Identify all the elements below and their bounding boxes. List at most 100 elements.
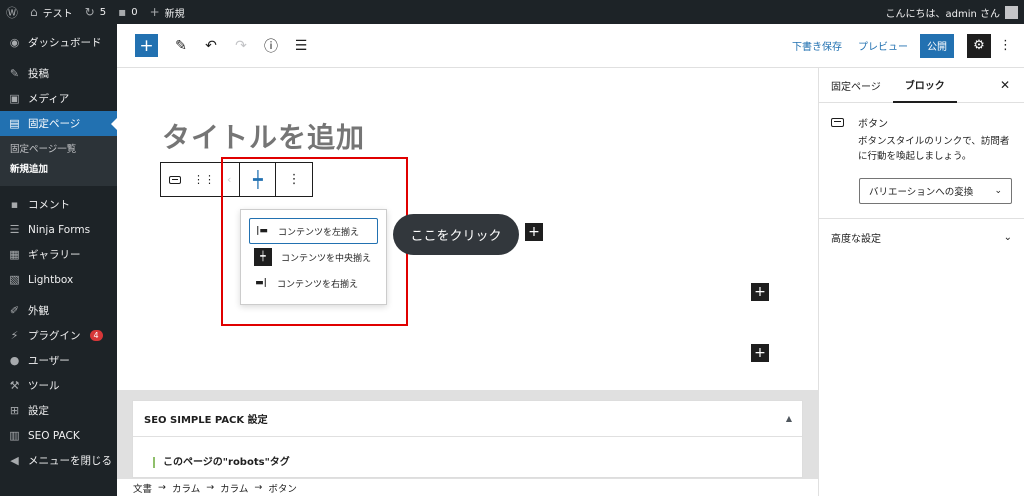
collapse-menu[interactable]: ◀ メニューを閉じる — [0, 448, 117, 473]
comment-icon: ▪ — [118, 5, 127, 19]
arrow-right-icon: → — [254, 482, 263, 493]
plus-icon: + — [139, 35, 154, 56]
justification-popover: |▬ コンテンツを左揃え ┿ コンテンツを中央揃え ▬| コンテンツを右揃え — [240, 209, 387, 305]
advanced-settings-toggle[interactable]: 高度な設定 ⌄ — [819, 219, 1024, 256]
menu-users[interactable]: ● ユーザー — [0, 348, 117, 373]
menu-tools[interactable]: ⚒ ツール — [0, 373, 117, 398]
plus-icon: + — [149, 5, 160, 19]
more-options-icon[interactable]: ⋮ — [999, 38, 1012, 53]
block-options-button[interactable]: ⋮ — [276, 163, 312, 196]
admin-menu: ◉ ダッシュボード ✎ 投稿 ▣ メディア ▤ 固定ページ 固定ページ一覧 新規追加 ▪… — [0, 24, 117, 496]
button-block-icon — [831, 118, 844, 127]
tools-pen-icon[interactable]: ✎ — [174, 38, 188, 54]
tab-block[interactable]: ブロック — [892, 68, 957, 103]
breadcrumb-document[interactable]: 文書 — [133, 481, 152, 495]
justify-right-icon: ▬| — [255, 278, 267, 288]
block-toolbar: ⋮⋮ ‹ ┿ ⋮ — [160, 162, 313, 197]
admin-bar: Ⓦ ⌂ テスト ↻ 5 ▪ 0 + 新規 こんにちは、admin さん — [0, 0, 1024, 24]
breadcrumb-column[interactable]: カラム — [220, 481, 248, 495]
chevron-down-icon: ⌄ — [994, 186, 1002, 196]
chevron-down-icon: ⌄ — [1003, 232, 1012, 243]
add-block-appender[interactable]: + — [751, 283, 769, 301]
variation-transform-dropdown[interactable]: バリエーションへの変換 ⌄ — [859, 178, 1012, 204]
submenu-all-pages[interactable]: 固定ページ一覧 — [0, 140, 117, 160]
save-draft-button[interactable]: 下書き保存 — [784, 38, 850, 53]
collapse-icon: ◀ — [10, 454, 19, 467]
menu-seo-pack[interactable]: ▥ SEO PACK — [0, 423, 117, 448]
home-icon: ⌂ — [30, 5, 38, 19]
gallery-icon: ▦ — [9, 248, 20, 261]
comment-icon: ▪ — [10, 198, 19, 211]
justify-content-button[interactable]: ┿ — [240, 163, 277, 196]
pin-icon: ✎ — [9, 67, 20, 80]
greeting: こんにちは、admin さん — [885, 8, 1000, 20]
breadcrumb-columns[interactable]: カラム — [172, 481, 200, 495]
seo-icon: ▥ — [9, 429, 20, 442]
plus-icon: + — [754, 284, 766, 300]
menu-media[interactable]: ▣ メディア — [0, 86, 117, 111]
menu-settings[interactable]: ⊞ 設定 — [0, 398, 117, 423]
align-right-option[interactable]: ▬| コンテンツを右揃え — [249, 270, 378, 296]
metabox-header[interactable]: SEO SIMPLE PACK 設定 ▲ — [133, 401, 802, 437]
gear-icon: ⚙ — [973, 38, 985, 53]
block-inserter-button[interactable]: + — [135, 34, 158, 57]
menu-lightbox[interactable]: ▧ Lightbox — [0, 267, 117, 292]
justify-left-icon: |▬ — [256, 226, 268, 236]
wrench-icon: ⚒ — [9, 379, 20, 392]
my-account[interactable]: こんにちは、admin さん — [885, 5, 1024, 20]
menu-comments[interactable]: ▪ コメント — [0, 192, 117, 217]
refresh-icon: ↻ — [84, 5, 95, 19]
redo-icon[interactable]: ↷ — [234, 38, 248, 54]
submenu-add-new[interactable]: 新規追加 — [0, 160, 117, 180]
post-title-input[interactable]: タイトルを追加 — [162, 116, 365, 156]
comments-link[interactable]: ▪ 0 — [112, 0, 144, 24]
site-name-link[interactable]: ⌂ テスト — [24, 0, 79, 24]
avatar — [1005, 5, 1018, 19]
add-block-appender[interactable]: + — [751, 344, 769, 362]
drag-handle-icon[interactable]: ⋮⋮ — [193, 173, 215, 186]
updates-link[interactable]: ↻ 5 — [79, 0, 112, 24]
block-type-switcher[interactable]: ⋮⋮ ‹ — [161, 163, 241, 196]
breadcrumb-button[interactable]: ボタン — [268, 481, 297, 495]
align-left-option[interactable]: |▬ コンテンツを左揃え — [249, 218, 378, 244]
settings-icon: ⊞ — [9, 404, 20, 417]
collapse-arrow-icon[interactable]: ▲ — [786, 414, 792, 423]
menu-gallery[interactable]: ▦ ギャラリー — [0, 242, 117, 267]
menu-posts[interactable]: ✎ 投稿 — [0, 61, 117, 86]
align-center-icon: ┿ — [253, 170, 263, 189]
plugins-update-badge: 4 — [89, 330, 103, 341]
seo-simple-pack-metabox: SEO SIMPLE PACK 設定 ▲ このページの"robots"タグ — [132, 400, 803, 478]
wordpress-logo[interactable]: Ⓦ — [0, 0, 24, 24]
preview-button[interactable]: プレビュー — [850, 38, 916, 53]
menu-plugins[interactable]: ⚡ プラグイン 4 — [0, 323, 117, 348]
wordpress-icon: Ⓦ — [6, 5, 19, 20]
undo-icon[interactable]: ↶ — [204, 38, 218, 54]
align-center-option[interactable]: ┿ コンテンツを中央揃え — [249, 244, 378, 270]
site-name: テスト — [42, 8, 73, 20]
comments-count: 0 — [131, 6, 138, 18]
add-button-appender[interactable]: + — [525, 223, 543, 241]
updates-count: 5 — [99, 6, 107, 18]
editor-header: + ✎ ↶ ↷ ⓘ ☰ 下書き保存 プレビュー 公開 ⚙ ⋮ — [117, 24, 1024, 68]
move-arrows-icon[interactable]: ‹ — [227, 173, 231, 186]
menu-pages[interactable]: ▤ 固定ページ — [0, 111, 117, 136]
metabox-title: SEO SIMPLE PACK 設定 — [144, 415, 268, 426]
new-content-link[interactable]: + 新規 — [144, 0, 191, 24]
block-card-title: ボタン — [858, 119, 888, 130]
details-info-icon[interactable]: ⓘ — [264, 36, 278, 56]
block-card-description: ボタンスタイルのリンクで、訪問者に行動を喚起しましょう。 — [858, 136, 1010, 162]
settings-gear-button[interactable]: ⚙ — [967, 33, 991, 58]
cta-button-block[interactable]: ここをクリック — [393, 214, 519, 255]
new-label: 新規 — [164, 8, 185, 20]
more-vertical-icon: ⋮ — [287, 172, 301, 187]
menu-appearance[interactable]: ✐ 外観 — [0, 298, 117, 323]
menu-dashboard[interactable]: ◉ ダッシュボード — [0, 30, 117, 55]
plus-icon: + — [754, 345, 766, 361]
publish-button[interactable]: 公開 — [920, 33, 954, 58]
editor-canvas: タイトルを追加 ⋮⋮ ‹ ┿ ⋮ |▬ コンテンツを左揃え ┿ コンテンツを中央… — [117, 68, 818, 390]
menu-ninja-forms[interactable]: ☰ Ninja Forms — [0, 217, 117, 242]
tab-page[interactable]: 固定ページ — [819, 68, 893, 103]
close-icon[interactable]: ✕ — [1000, 78, 1010, 92]
list-view-icon[interactable]: ☰ — [294, 38, 308, 54]
page-icon: ▤ — [9, 117, 20, 130]
